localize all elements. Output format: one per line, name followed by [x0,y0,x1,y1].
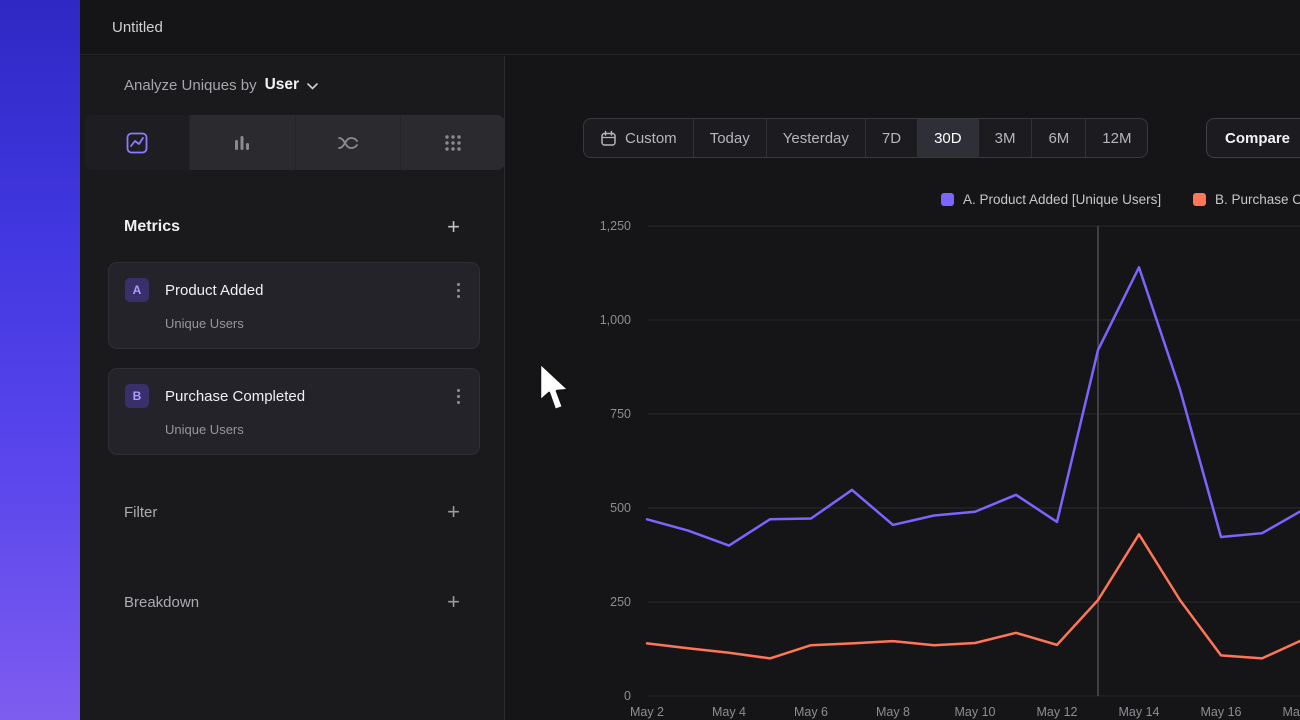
metrics-section-header: Metrics + [124,206,460,248]
metric-title[interactable]: Product Added [165,282,438,299]
calendar-icon [600,130,617,147]
range-button-3m[interactable]: 3M [979,119,1033,157]
metrics-title: Metrics [124,218,180,236]
add-breakdown-button[interactable]: + [447,591,460,613]
metric-badge-b: B [125,384,149,408]
line-chart-icon [126,132,148,154]
analyze-label: Analyze Uniques by [124,77,257,94]
y-axis-tick-label: 1,250 [600,219,631,233]
compare-button[interactable]: Compare [1206,118,1300,158]
x-axis-tick-label: May 2 [630,705,664,719]
query-builder-panel: Analyze Uniques by User [80,56,505,720]
metric-subtitle[interactable]: Unique Users [165,422,463,437]
range-button-yesterday[interactable]: Yesterday [767,119,866,157]
tab-grid[interactable] [401,115,505,170]
y-axis-tick-label: 1,000 [600,313,631,327]
analyze-header: Analyze Uniques by User [124,56,494,114]
chevron-down-icon [307,83,318,90]
x-axis-tick-label: May 8 [876,705,910,719]
breakdown-section-header: Breakdown + [124,581,460,623]
y-axis-tick-label: 0 [624,689,631,703]
top-bar: Untitled [80,0,1300,55]
series-line [647,267,1300,545]
metric-subtitle[interactable]: Unique Users [165,316,463,331]
kebab-menu-icon[interactable] [454,386,463,407]
tab-line-chart[interactable] [85,115,190,170]
range-button-today[interactable]: Today [694,119,767,157]
chart-svg: 0 250 500 750 1,000 1,250 May 2 May 4 May 6 May 8… [505,200,1300,720]
x-axis-tick-label: May 12 [1037,705,1078,719]
metric-title[interactable]: Purchase Completed [165,388,438,405]
x-axis-tick-label: May 18 [1283,705,1300,719]
x-axis-tick-label: May 4 [712,705,746,719]
filter-title: Filter [124,504,157,521]
document-title[interactable]: Untitled [112,19,163,36]
metric-card-b[interactable]: B Purchase Completed Unique Users [108,368,480,455]
y-axis-tick-label: 500 [610,501,631,515]
range-button-30d[interactable]: 30D [918,119,979,157]
bar-chart-icon [231,132,253,154]
series-line [647,534,1300,658]
grid-dots-icon [442,132,464,154]
x-axis-tick-label: May 6 [794,705,828,719]
metric-card-a[interactable]: A Product Added Unique Users [108,262,480,349]
left-rail [0,0,80,720]
range-button-7d[interactable]: 7D [866,119,918,157]
kebab-menu-icon[interactable] [454,280,463,301]
analyze-value-dropdown[interactable]: User [265,76,299,94]
metric-badge-a: A [125,278,149,302]
y-axis-tick-label: 250 [610,595,631,609]
tab-flows[interactable] [296,115,401,170]
range-button-6m[interactable]: 6M [1032,119,1086,157]
report-type-tabs [85,115,505,170]
date-range-toolbar: CustomTodayYesterday7D30D3M6M12M [583,118,1148,158]
y-axis-tick-label: 750 [610,407,631,421]
x-axis-tick-label: May 10 [955,705,996,719]
flows-icon [336,132,360,154]
range-button-custom[interactable]: Custom [584,119,694,157]
add-filter-button[interactable]: + [447,501,460,523]
range-button-12m[interactable]: 12M [1086,119,1147,157]
x-axis-tick-label: May 16 [1201,705,1242,719]
x-axis-tick-label: May 14 [1119,705,1160,719]
add-metric-button[interactable]: + [447,216,460,238]
filter-section-header: Filter + [124,491,460,533]
tab-bar-chart[interactable] [190,115,295,170]
breakdown-title: Breakdown [124,594,199,611]
